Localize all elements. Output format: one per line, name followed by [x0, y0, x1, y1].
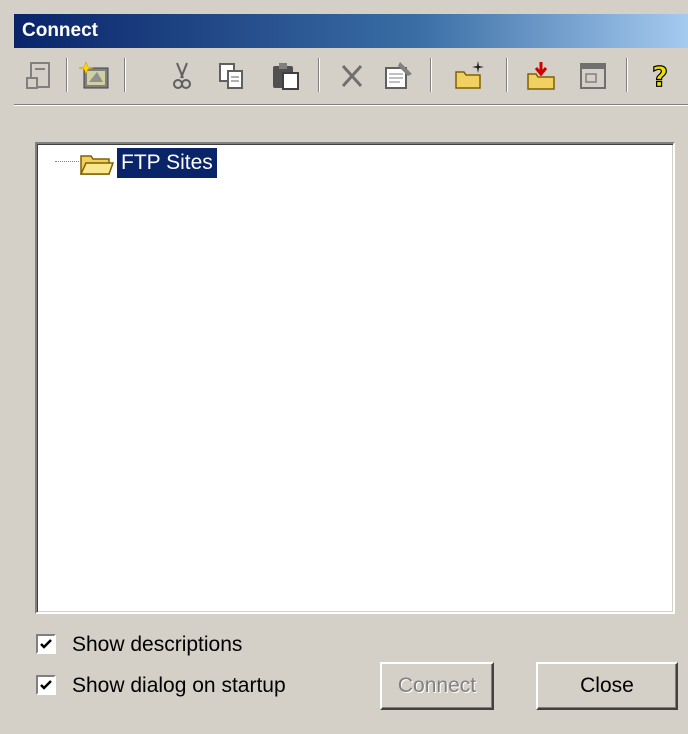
cut-icon[interactable]	[164, 58, 200, 94]
close-button[interactable]: Close	[536, 662, 678, 710]
delete-icon[interactable]	[334, 58, 370, 94]
toolbar-divider	[14, 104, 688, 106]
svg-text:?: ?	[652, 60, 668, 93]
folder-icon	[79, 148, 115, 178]
checkbox-box[interactable]	[36, 675, 56, 695]
window-icon[interactable]	[576, 58, 612, 94]
site-tree[interactable]: FTP Sites	[35, 142, 675, 614]
import-icon[interactable]	[524, 58, 560, 94]
show-descriptions-label: Show descriptions	[72, 633, 243, 656]
paste-icon[interactable]	[268, 58, 304, 94]
checkbox-box[interactable]	[36, 634, 56, 654]
toolbar: ?	[14, 50, 688, 102]
show-dialog-on-startup-label: Show dialog on startup	[72, 674, 286, 697]
new-site-icon[interactable]	[78, 58, 114, 94]
title-bar: Connect	[14, 14, 688, 48]
copy-icon[interactable]	[214, 58, 250, 94]
connect-button[interactable]: Connect	[380, 662, 494, 710]
tree-node-ftp-sites[interactable]: FTP Sites	[55, 148, 295, 178]
window-title: Connect	[22, 20, 98, 41]
connect-icon[interactable]	[22, 58, 58, 94]
help-icon[interactable]: ?	[642, 58, 678, 94]
properties-icon[interactable]	[380, 58, 416, 94]
tree-connector	[55, 161, 79, 162]
new-folder-icon[interactable]	[452, 58, 488, 94]
tree-label: FTP Sites	[117, 148, 217, 178]
